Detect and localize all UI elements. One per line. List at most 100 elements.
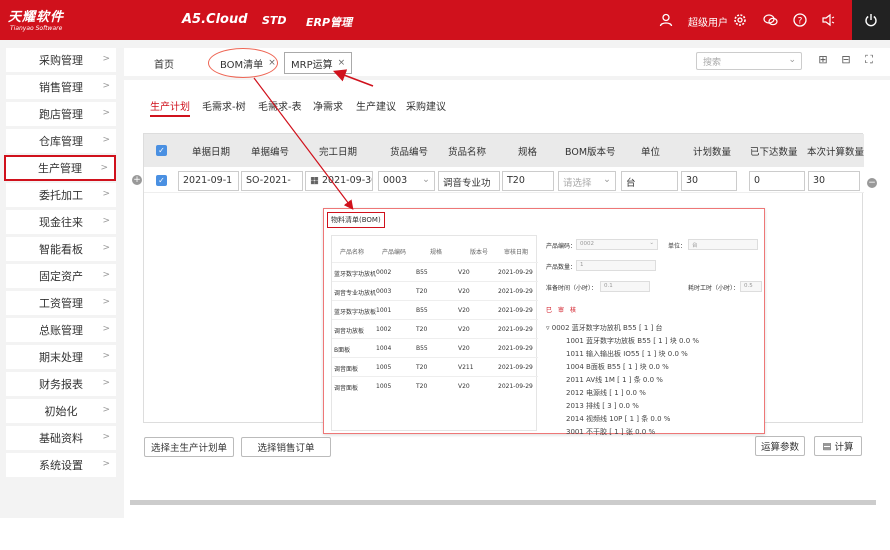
table-row[interactable]: 调音面板 1005 T20 V211 2021-09-29 (332, 357, 538, 376)
column-header[interactable]: 单位 (641, 144, 660, 158)
bom-name: 蓝牙数字功放板 (334, 309, 377, 316)
sidebar-item-period-end[interactable]: 期末处理 > (6, 345, 116, 369)
sidebar-item-warehouse[interactable]: 仓库管理 > (6, 129, 116, 153)
bom-version-select[interactable]: 请选择 ⌄ (558, 171, 616, 191)
select-sales-order-button[interactable]: 选择销售订单 (241, 437, 331, 457)
prep-time-field[interactable]: 0.1 (600, 281, 650, 292)
table-row[interactable]: 调音功放板 1002 T20 V20 2021-09-29 (332, 319, 538, 338)
tab-bom[interactable]: BOM清单 × (220, 52, 276, 74)
sidebar-item-cash[interactable]: 现金往来 > (6, 210, 116, 234)
tree-node[interactable]: 2014 视频线 10P [ 1 ] 条 0.0 % (566, 414, 670, 424)
date-cell[interactable]: 2021-09-1 (178, 171, 239, 191)
spec-cell[interactable]: T20 (502, 171, 554, 191)
subtab-production-suggestion[interactable]: 生产建议 (356, 98, 396, 113)
code-select[interactable]: 0003 ⌄ (378, 171, 435, 191)
plan-qty-cell[interactable]: 30 (681, 171, 737, 191)
finish-date-field[interactable]: ▦ 2021-09-30 (305, 171, 373, 191)
close-icon[interactable]: × (338, 58, 346, 68)
column-header[interactable]: 货品名称 (448, 144, 486, 158)
column-header[interactable]: 计划数量 (693, 144, 731, 158)
fullscreen-icon[interactable]: ⛶ (862, 53, 876, 67)
subtab-production-plan[interactable]: 生产计划 (150, 98, 190, 117)
nav-erp[interactable]: ERP管理 (306, 14, 352, 30)
speaker-icon[interactable] (818, 10, 838, 30)
name-cell[interactable]: 调音专业功 (438, 171, 500, 191)
add-row-icon[interactable]: + (132, 175, 142, 185)
table-row[interactable]: B面板 1004 B55 V20 2021-09-29 (332, 338, 538, 357)
select-all-checkbox[interactable]: ✓ (156, 145, 167, 156)
chat-icon[interactable] (760, 10, 780, 30)
column-header[interactable]: 本次计算数量 (807, 144, 864, 158)
column-header[interactable]: 单据日期 (192, 144, 230, 158)
tree-node[interactable]: 2011 AV线 1M [ 1 ] 条 0.0 % (566, 375, 663, 385)
tab-home[interactable]: 首页 (154, 52, 174, 74)
tree-root[interactable]: ▿ 0002 蓝牙数字功放机 B55 [ 1 ] 台 (546, 323, 663, 333)
sidebar-item-sales[interactable]: 销售管理 > (6, 75, 116, 99)
power-icon[interactable] (852, 0, 890, 40)
tree-node[interactable]: 1001 蓝牙数字功放板 B55 [ 1 ] 块 0.0 % (566, 336, 699, 346)
unit-cell[interactable]: 台 (621, 171, 678, 191)
gear-icon[interactable] (730, 10, 750, 30)
sidebar-item-label: 基础资料 (39, 432, 83, 445)
horizontal-scrollbar[interactable] (130, 500, 876, 505)
user-icon[interactable] (656, 10, 676, 30)
number-cell[interactable]: SO-2021- (241, 171, 303, 191)
column-header[interactable]: 完工日期 (319, 144, 357, 158)
nav-a5cloud[interactable]: A5.Cloud (182, 12, 248, 27)
sidebar-item-outsourcing[interactable]: 委托加工 > (6, 183, 116, 207)
subtab-net-demand[interactable]: 净需求 (313, 98, 343, 113)
calculate-button[interactable]: ▤ 计算 (814, 436, 862, 456)
column-header[interactable]: BOM版本号 (565, 144, 616, 158)
sidebar-item-init[interactable]: 初始化 > (6, 399, 116, 423)
subtab-gross-table[interactable]: 毛需求-表 (258, 98, 302, 113)
column-header[interactable]: 已下达数量 (750, 144, 798, 158)
qty-field[interactable]: 1 (576, 260, 656, 271)
sidebar-item-reports[interactable]: 财务报表 > (6, 372, 116, 396)
calc-qty-cell[interactable]: 30 (808, 171, 860, 191)
work-time-field[interactable]: 0.5 (740, 281, 762, 292)
calendar-icon[interactable]: ▦ (310, 175, 322, 186)
sidebar-item-store-visit[interactable]: 跑店管理 > (6, 102, 116, 126)
tab-label: 首页 (154, 59, 174, 71)
sidebar-item-payroll[interactable]: 工资管理 > (6, 291, 116, 315)
tree-node[interactable]: 2013 排线 [ 3 ] 0.0 % (566, 401, 639, 411)
nav-std[interactable]: STD (262, 14, 287, 27)
plus-square-icon[interactable]: ⊞ (816, 53, 830, 67)
tree-node[interactable]: 1011 输入输出板 IO55 [ 1 ] 块 0.0 % (566, 349, 688, 359)
user-name[interactable]: 超级用户 (688, 14, 728, 29)
close-icon[interactable]: × (268, 58, 276, 68)
table-row[interactable]: 调音面板 1005 T20 V20 2021-09-29 (332, 376, 538, 395)
tree-node[interactable]: 1004 B面板 B55 [ 1 ] 块 0.0 % (566, 362, 669, 372)
tree-node[interactable]: 3001 不干胶 [ 1 ] 张 0.0 % (566, 427, 655, 437)
subtab-gross-tree[interactable]: 毛需求-树 (202, 98, 246, 113)
column-header[interactable]: 规格 (518, 144, 537, 158)
column-header[interactable]: 单据编号 (251, 144, 289, 158)
table-row[interactable]: 蓝牙数字功放板 1001 B55 V20 2021-09-29 (332, 300, 538, 319)
table-row[interactable]: 蓝牙数字功放机 0002 B55 V20 2021-09-29 (332, 262, 538, 281)
column-header[interactable]: 货品编号 (390, 144, 428, 158)
sidebar-item-ledger[interactable]: 总账管理 > (6, 318, 116, 342)
search-input[interactable]: 搜索 ⌄ (696, 52, 802, 70)
bom-name: 蓝牙数字功放机 (334, 271, 377, 278)
unit-field[interactable]: 台 (688, 239, 758, 250)
select-plan-button[interactable]: 选择主生产计划单 (144, 437, 234, 457)
sidebar-item-production[interactable]: 生产管理 > (4, 155, 116, 181)
code-select[interactable]: 0002 ⌄ (576, 239, 658, 250)
row-checkbox[interactable]: ✓ (156, 175, 167, 186)
calc-params-button[interactable]: 运算参数 (755, 436, 805, 456)
remove-row-icon[interactable]: − (867, 178, 877, 188)
tab-mrp[interactable]: MRP运算 × (284, 52, 353, 74)
subtab-purchase-suggestion[interactable]: 采购建议 (406, 98, 446, 113)
tree-node[interactable]: 2012 电源线 [ 1 ] 0.0 % (566, 388, 646, 398)
bom-date: 2021-09-29 (498, 383, 533, 390)
table-row[interactable]: ✓ 2021-09-1 SO-2021- ▦ 2021-09-30 0003 ⌄ … (144, 167, 864, 193)
issued-qty-cell[interactable]: 0 (749, 171, 805, 191)
minimize-icon[interactable]: ⊟ (839, 53, 853, 67)
sidebar-item-settings[interactable]: 系统设置 > (6, 453, 116, 477)
help-icon[interactable]: ? (790, 10, 810, 30)
sidebar-item-dashboard[interactable]: 智能看板 > (6, 237, 116, 261)
sidebar-item-fixed-assets[interactable]: 固定资产 > (6, 264, 116, 288)
sidebar-item-base-data[interactable]: 基础资料 > (6, 426, 116, 450)
table-row[interactable]: 调音专业功放机 0003 T20 V20 2021-09-29 (332, 281, 538, 300)
sidebar-item-purchase[interactable]: 采购管理 > (6, 48, 116, 72)
